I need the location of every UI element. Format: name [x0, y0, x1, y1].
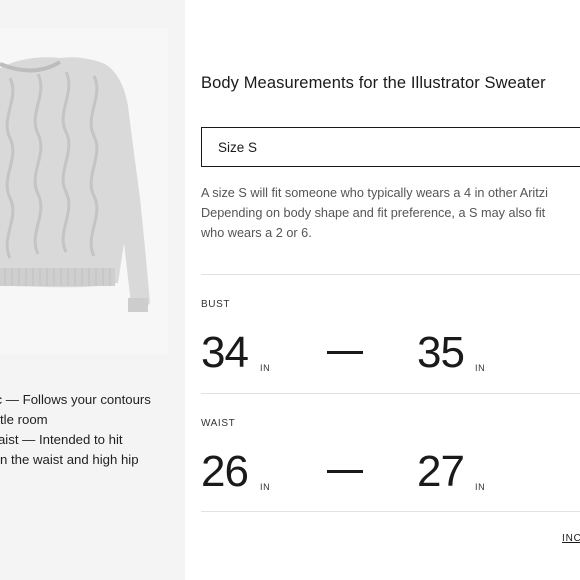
product-panel: sic — Follows your contours tle room Wai… [0, 0, 185, 580]
size-select-value: Size S [218, 140, 258, 155]
waist-label: WAIST [201, 418, 236, 429]
fit-notes: sic — Follows your contours tle room Wai… [0, 390, 185, 470]
bust-min-value: 34 [201, 328, 249, 377]
fit-note: Waist — Intended to hit n the waist and … [0, 430, 185, 470]
size-select[interactable]: Size S [201, 127, 580, 167]
fit-note-line: n the waist and high hip [0, 452, 139, 467]
fit-description-line: A size S will fit someone who typically … [201, 186, 548, 200]
size-guide-modal: Body Measurements for the Illustrator Sw… [185, 0, 580, 580]
modal-title: Body Measurements for the Illustrator Sw… [201, 74, 546, 92]
sweater-hem [0, 268, 115, 286]
fit-description-line: who wears a 2 or 6. [201, 226, 312, 240]
waist-min-value: 26 [201, 447, 249, 496]
divider [201, 511, 580, 512]
product-image [0, 28, 168, 354]
waist-measurement: 26 IN 27 IN [201, 450, 580, 500]
bust-measurement: 34 IN 35 IN [201, 331, 580, 381]
fit-note-line: Waist — Intended to hit [0, 432, 123, 447]
waist-max-unit: IN [475, 482, 486, 492]
range-dash [327, 470, 363, 473]
bust-max-unit: IN [475, 363, 486, 373]
units-toggle-link[interactable]: INC [562, 533, 580, 544]
divider [201, 393, 580, 394]
sweater-cuff [128, 298, 148, 312]
fit-description-line: Depending on body shape and fit preferen… [201, 206, 546, 220]
fit-note-line: tle room [0, 412, 48, 427]
bust-max-value: 35 [417, 328, 465, 377]
waist-max-value: 27 [417, 447, 465, 496]
fit-note: sic — Follows your contours tle room [0, 390, 185, 430]
waist-min-unit: IN [260, 482, 271, 492]
sweater-illustration [0, 28, 168, 354]
fit-note-line: sic — Follows your contours [0, 392, 151, 407]
bust-min-unit: IN [260, 363, 271, 373]
bust-label: BUST [201, 299, 231, 310]
divider [201, 274, 580, 275]
range-dash [327, 351, 363, 354]
fit-description: A size S will fit someone who typically … [201, 183, 580, 243]
